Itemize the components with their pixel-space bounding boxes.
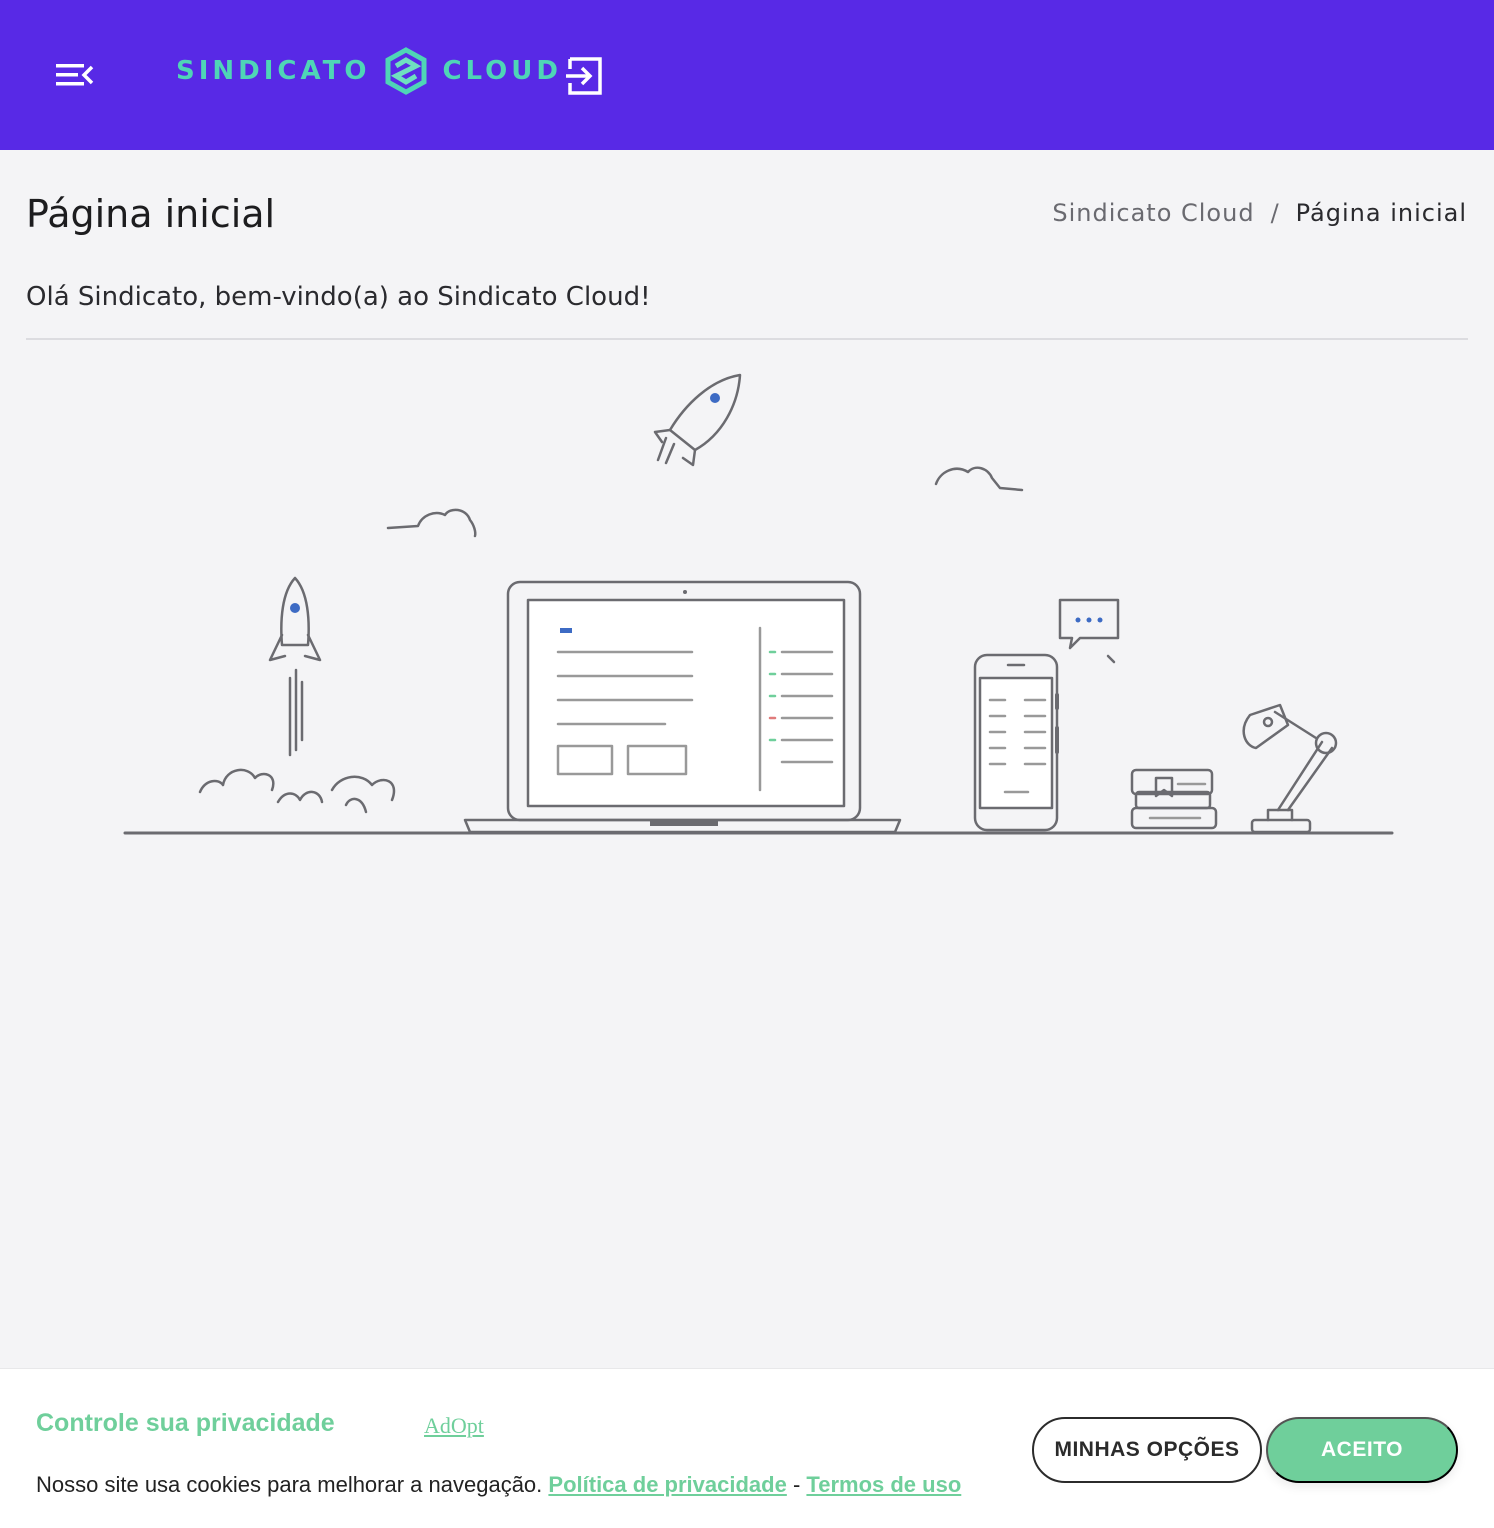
cookie-consent-banner: Controle sua privacidade AdOpt Nosso sit… [0, 1368, 1494, 1528]
cookie-title: Controle sua privacidade [36, 1409, 335, 1437]
my-options-button[interactable]: MINHAS OPÇÕES [1032, 1417, 1262, 1483]
cookie-message-text: Nosso site usa cookies para melhorar a n… [36, 1472, 543, 1497]
menu-collapse-icon[interactable] [50, 56, 98, 94]
smartphone-icon [973, 653, 1059, 832]
chat-bubble-icon [1058, 598, 1120, 664]
logo-text-right: CLOUD [442, 56, 562, 86]
desk-lamp-icon [1242, 703, 1338, 834]
welcome-message: Olá Sindicato, bem-vindo(a) ao Sindicato… [26, 282, 651, 312]
link-separator: - [792, 1472, 801, 1497]
books-icon [1130, 768, 1218, 830]
divider [26, 338, 1468, 340]
cookie-message: Nosso site usa cookies para melhorar a n… [36, 1472, 961, 1498]
adopt-link[interactable]: AdOpt [424, 1413, 484, 1439]
breadcrumb: Sindicato Cloud / Página inicial [1052, 199, 1467, 227]
breadcrumb-separator: / [1270, 199, 1280, 227]
logo-text-left: SINDICATO [176, 56, 371, 86]
app-logo[interactable]: SINDICATO CLOUD [176, 46, 562, 96]
privacy-policy-link[interactable]: Política de privacidade [548, 1472, 786, 1497]
top-navbar: SINDICATO CLOUD [0, 0, 1494, 150]
logo-mark-icon [385, 47, 427, 95]
terms-of-use-link[interactable]: Termos de uso [806, 1472, 961, 1497]
flying-rocket-icon [653, 373, 742, 467]
welcome-illustration [123, 373, 1394, 835]
laptop-icon [463, 580, 902, 834]
page-title: Página inicial [26, 192, 276, 236]
logout-icon[interactable] [562, 53, 608, 99]
accept-button[interactable]: ACEITO [1266, 1417, 1458, 1483]
breadcrumb-current: Página inicial [1295, 199, 1467, 227]
launch-rocket-icon [198, 576, 396, 814]
breadcrumb-root[interactable]: Sindicato Cloud [1052, 199, 1254, 227]
